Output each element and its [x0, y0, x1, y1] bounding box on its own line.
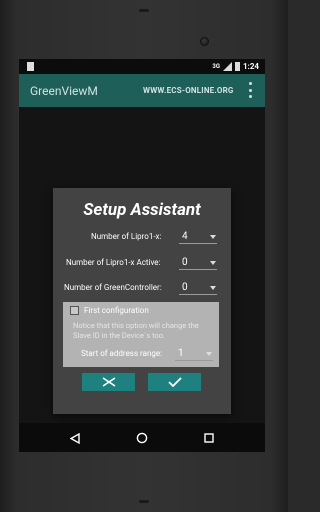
lipro-count-spinner[interactable]: 4	[179, 230, 217, 244]
status-icons: 3G 1:24	[212, 61, 259, 72]
dropdown-arrow-icon	[210, 235, 216, 239]
greencontroller-value: 0	[182, 282, 188, 293]
status-bar: 3G 1:24	[19, 59, 265, 74]
back-icon[interactable]	[67, 430, 83, 446]
bottom-speaker	[139, 500, 149, 503]
dropdown-arrow-icon	[210, 286, 216, 290]
dialog-title: Setup Assistant	[83, 200, 201, 220]
checkmark-icon	[167, 377, 182, 387]
address-range-spinner[interactable]: 1	[175, 347, 213, 361]
lipro-count-value: 4	[182, 231, 188, 242]
first-configuration-panel: First configuration Notice that this opt…	[63, 302, 219, 367]
confirm-button[interactable]	[148, 373, 201, 391]
cancel-button[interactable]	[82, 373, 135, 391]
app-content: Setup Assistant Number of Lipro1-x: 4 Nu…	[19, 107, 265, 423]
lipro-active-spinner[interactable]: 0	[179, 256, 217, 270]
lipro-active-label: Number of Lipro1-x Active:	[66, 258, 161, 267]
first-configuration-label: First configuration	[84, 306, 149, 315]
signal-label: 3G	[212, 63, 220, 70]
first-configuration-checkbox[interactable]	[70, 306, 79, 315]
clock: 1:24	[242, 62, 259, 71]
slave-id-notice: Notice that this option will change the …	[73, 321, 199, 340]
navigation-bar	[19, 423, 265, 452]
address-range-label: Start of address range:	[81, 349, 163, 358]
greencontroller-label: Number of GreenController:	[64, 283, 162, 292]
overflow-menu-icon[interactable]	[249, 82, 253, 98]
setup-assistant-dialog: Setup Assistant Number of Lipro1-x: 4 Nu…	[53, 188, 231, 414]
website-link[interactable]: WWW.ECS-ONLINE.ORG	[143, 86, 234, 95]
device-frame: 3G 1:24 GreenViewM WWW.ECS-ONLINE.ORG Se…	[0, 0, 288, 512]
top-speaker	[139, 9, 149, 12]
cancel-icon	[102, 377, 115, 387]
screen: 3G 1:24 GreenViewM WWW.ECS-ONLINE.ORG Se…	[19, 59, 265, 452]
dropdown-arrow-icon	[210, 261, 216, 265]
lipro-count-label: Number of Lipro1-x:	[91, 232, 162, 241]
home-icon[interactable]	[134, 430, 150, 446]
app-title: GreenViewM	[30, 84, 98, 98]
greencontroller-spinner[interactable]: 0	[179, 281, 217, 295]
sd-card-icon	[27, 62, 34, 71]
dropdown-arrow-icon	[206, 352, 212, 356]
address-range-value: 1	[178, 348, 184, 359]
front-camera	[200, 37, 209, 46]
battery-icon	[234, 62, 240, 71]
app-toolbar: GreenViewM WWW.ECS-ONLINE.ORG	[19, 74, 265, 107]
recent-apps-icon[interactable]	[201, 430, 217, 446]
lipro-active-value: 0	[182, 257, 188, 268]
signal-icon	[222, 62, 232, 71]
